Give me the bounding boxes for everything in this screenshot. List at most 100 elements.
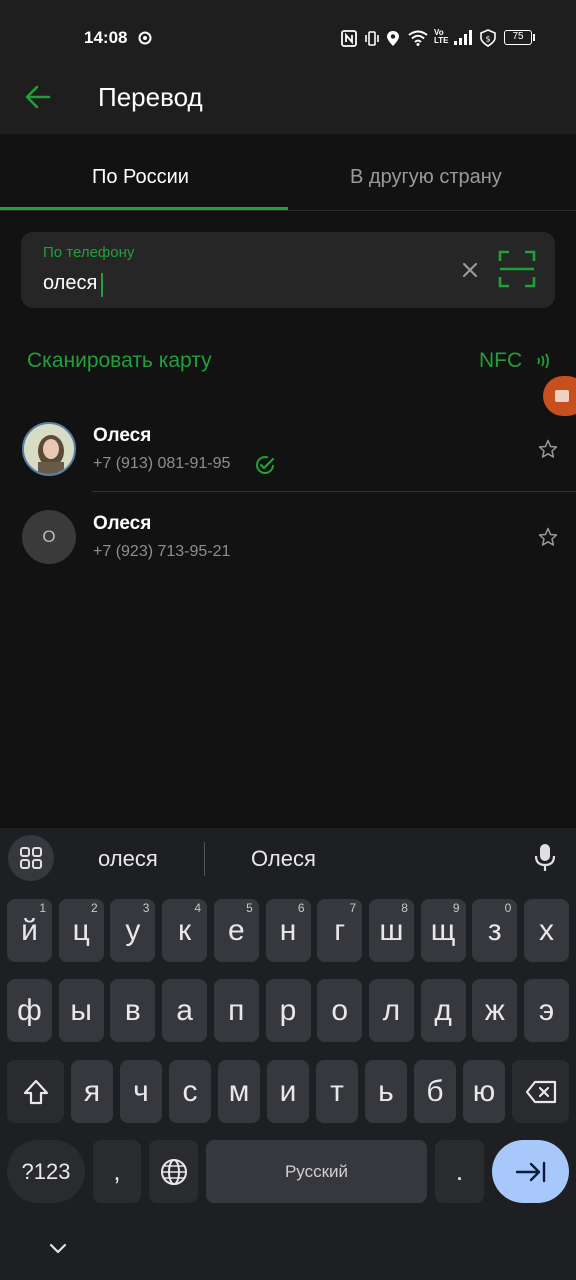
letter-key[interactable]: з0 bbox=[472, 899, 518, 962]
letter-key[interactable]: л bbox=[368, 979, 414, 1042]
keyboard bbox=[0, 828, 576, 1280]
letter-key[interactable]: я bbox=[71, 1060, 113, 1123]
letter-key[interactable]: е5 bbox=[213, 899, 259, 962]
letter-key[interactable]: у3 bbox=[110, 899, 156, 962]
key-label: п bbox=[228, 993, 245, 1027]
key-label: й bbox=[21, 913, 38, 947]
letter-key[interactable]: ж bbox=[472, 979, 518, 1042]
letter-key[interactable]: ч bbox=[120, 1060, 162, 1123]
letter-key[interactable]: п bbox=[213, 979, 259, 1042]
signal-icon bbox=[454, 30, 472, 45]
key-label: щ bbox=[430, 913, 456, 947]
key-label: з bbox=[487, 913, 502, 947]
verified-check-icon bbox=[256, 456, 275, 474]
enter-key[interactable] bbox=[492, 1140, 569, 1203]
backspace-key[interactable] bbox=[512, 1060, 569, 1123]
camera-icon bbox=[555, 390, 569, 402]
tab-russia[interactable]: По России bbox=[92, 166, 189, 189]
arrow-left-icon[interactable] bbox=[24, 84, 52, 110]
letter-key[interactable]: б bbox=[414, 1060, 456, 1123]
letter-key[interactable]: в bbox=[110, 979, 156, 1042]
key-label: е bbox=[227, 913, 245, 947]
key-number-hint: 2 bbox=[91, 901, 98, 915]
phone-search-input[interactable]: олеся bbox=[43, 272, 97, 295]
key-label: ы bbox=[70, 993, 92, 1027]
chevron-down-icon[interactable] bbox=[49, 1242, 67, 1256]
scan-card-button[interactable]: Сканировать карту bbox=[27, 349, 212, 373]
contact-name: Олеся bbox=[93, 425, 152, 446]
backspace-icon bbox=[525, 1080, 556, 1103]
shift-key[interactable] bbox=[7, 1060, 64, 1123]
letter-key[interactable]: й1 bbox=[7, 899, 52, 962]
letter-key[interactable]: м bbox=[218, 1060, 260, 1123]
letter-key[interactable]: щ9 bbox=[420, 899, 466, 962]
star-icon[interactable] bbox=[538, 527, 558, 547]
key-label: в bbox=[124, 993, 141, 1027]
key-label: о bbox=[331, 993, 349, 1027]
status-time: 14:08 bbox=[84, 28, 128, 47]
grid-icon bbox=[20, 847, 42, 869]
key-label: ь bbox=[378, 1074, 394, 1108]
letter-key[interactable]: ф bbox=[7, 979, 52, 1042]
close-icon[interactable] bbox=[461, 261, 479, 279]
letter-key[interactable]: э bbox=[524, 979, 569, 1042]
letter-key[interactable]: ы bbox=[58, 979, 104, 1042]
letter-key[interactable]: и bbox=[267, 1060, 309, 1123]
vibrate-icon bbox=[365, 31, 379, 46]
wifi-icon bbox=[408, 30, 428, 46]
letter-key[interactable]: г7 bbox=[317, 899, 363, 962]
battery-tip bbox=[533, 34, 535, 41]
language-key[interactable] bbox=[149, 1140, 198, 1203]
nfc-button[interactable]: NFC bbox=[479, 349, 522, 373]
letter-key[interactable]: н6 bbox=[265, 899, 311, 962]
contact-row[interactable] bbox=[0, 498, 576, 578]
key-label: г bbox=[334, 913, 346, 947]
suggestion-2[interactable]: Олеся bbox=[251, 846, 316, 872]
letter-key[interactable]: ш8 bbox=[368, 899, 414, 962]
tab-active-indicator bbox=[0, 207, 288, 210]
shield-icon: $ bbox=[480, 29, 496, 47]
microphone-icon[interactable] bbox=[534, 843, 556, 873]
avatar bbox=[22, 422, 76, 476]
letter-key[interactable]: к4 bbox=[162, 899, 208, 962]
video-record-icon bbox=[138, 31, 152, 45]
contact-row[interactable] bbox=[0, 410, 576, 490]
letter-key[interactable]: т bbox=[316, 1060, 358, 1123]
scan-frame-icon[interactable] bbox=[498, 250, 536, 288]
key-label: ч bbox=[133, 1074, 149, 1108]
app-bar bbox=[0, 66, 576, 134]
key-label: э bbox=[538, 993, 555, 1027]
letter-key[interactable]: д bbox=[420, 979, 466, 1042]
period-key[interactable]: . bbox=[435, 1140, 484, 1203]
key-label: н bbox=[279, 913, 297, 947]
letter-key[interactable]: р bbox=[265, 979, 311, 1042]
location-icon bbox=[387, 31, 399, 46]
comma-key[interactable]: , bbox=[93, 1140, 141, 1203]
tab-other-country[interactable]: В другую страну bbox=[350, 166, 502, 189]
key-number-hint: 7 bbox=[349, 901, 357, 915]
contact-name: Олеся bbox=[93, 513, 152, 534]
letter-key[interactable]: ь bbox=[365, 1060, 407, 1123]
contact-phone: +7 (913) 081-91-95 bbox=[93, 455, 231, 472]
apps-grid-button[interactable] bbox=[8, 835, 54, 881]
letter-key[interactable]: а bbox=[162, 979, 208, 1042]
key-label: ш bbox=[379, 913, 404, 947]
text-caret bbox=[101, 273, 103, 297]
letter-key[interactable]: о bbox=[317, 979, 363, 1042]
key-label: х bbox=[539, 913, 554, 947]
letter-key[interactable]: ц2 bbox=[58, 899, 104, 962]
space-key[interactable]: Русский bbox=[206, 1140, 427, 1203]
globe-icon bbox=[160, 1158, 187, 1185]
suggestion-1[interactable]: олеся bbox=[98, 846, 158, 872]
key-number-hint: 5 bbox=[246, 901, 253, 915]
key-label: р bbox=[279, 993, 297, 1027]
key-label: ц bbox=[72, 913, 90, 947]
star-icon[interactable] bbox=[538, 439, 558, 459]
key-number-hint: 4 bbox=[194, 901, 202, 915]
letter-key[interactable]: с bbox=[169, 1060, 211, 1123]
phone-field-label: По телефону bbox=[43, 244, 135, 261]
letter-key[interactable]: ю bbox=[463, 1060, 505, 1123]
divider bbox=[92, 491, 576, 492]
symbols-key[interactable]: ?123 bbox=[7, 1140, 85, 1203]
letter-key[interactable]: х bbox=[524, 899, 569, 962]
